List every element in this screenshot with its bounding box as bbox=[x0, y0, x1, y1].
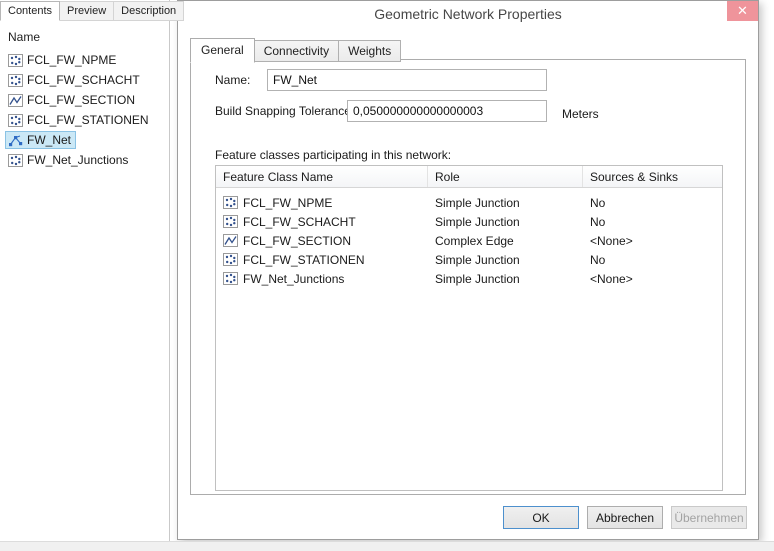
arccatalog-window: Contents Preview Description Name FCL_FW… bbox=[0, 0, 774, 551]
table-body: FCL_FW_NPME Simple Junction No FCL_FW_SC… bbox=[216, 188, 722, 288]
cell-feature-class-name: FCL_FW_SECTION bbox=[243, 234, 351, 248]
table-row[interactable]: FCL_FW_STATIONEN Simple Junction No bbox=[216, 250, 722, 269]
cancel-button[interactable]: Abbrechen bbox=[587, 506, 663, 529]
close-icon[interactable]: ✕ bbox=[727, 1, 758, 21]
point-feature-class-icon bbox=[8, 154, 23, 167]
column-header-role[interactable]: Role bbox=[428, 166, 583, 187]
list-item-label: FCL_FW_SCHACHT bbox=[27, 73, 140, 87]
point-feature-class-icon bbox=[223, 215, 238, 228]
feature-class-table: Feature Class Name Role Sources & Sinks … bbox=[215, 165, 723, 491]
dialog-button-row: OK Abbrechen Übernehmen bbox=[503, 506, 747, 529]
edge-feature-class-icon bbox=[8, 94, 23, 107]
tab-connectivity[interactable]: Connectivity bbox=[254, 40, 339, 62]
cell-role: Complex Edge bbox=[428, 234, 583, 248]
list-item-fcl-fw-schacht[interactable]: FCL_FW_SCHACHT bbox=[0, 70, 168, 90]
tab-description[interactable]: Description bbox=[114, 1, 184, 21]
cell-sources-sinks: No bbox=[583, 196, 722, 210]
cell-sources-sinks: <None> bbox=[583, 234, 722, 248]
point-feature-class-icon bbox=[8, 54, 23, 67]
list-item-label: FCL_FW_NPME bbox=[27, 53, 116, 67]
table-header-row: Feature Class Name Role Sources & Sinks bbox=[216, 166, 722, 188]
tab-preview[interactable]: Preview bbox=[60, 1, 114, 21]
cell-sources-sinks: No bbox=[583, 215, 722, 229]
window-bottom-strip bbox=[0, 541, 774, 551]
list-item-label: FW_Net_Junctions bbox=[27, 153, 128, 167]
apply-button: Übernehmen bbox=[671, 506, 747, 529]
list-item-fw-net[interactable]: FW_Net bbox=[0, 130, 168, 150]
cell-role: Simple Junction bbox=[428, 253, 583, 267]
cell-feature-class-name: FW_Net_Junctions bbox=[243, 272, 344, 286]
point-feature-class-icon bbox=[8, 114, 23, 127]
table-row[interactable]: FCL_FW_SCHACHT Simple Junction No bbox=[216, 212, 722, 231]
cell-sources-sinks: No bbox=[583, 253, 722, 267]
list-item-fcl-fw-npme[interactable]: FCL_FW_NPME bbox=[0, 50, 168, 70]
table-row[interactable]: FCL_FW_SECTION Complex Edge <None> bbox=[216, 231, 722, 250]
tab-general[interactable]: General bbox=[190, 38, 255, 63]
tab-weights[interactable]: Weights bbox=[338, 40, 401, 62]
table-row[interactable]: FW_Net_Junctions Simple Junction <None> bbox=[216, 269, 722, 288]
cell-role: Simple Junction bbox=[428, 196, 583, 210]
list-item-fcl-fw-stationen[interactable]: FCL_FW_STATIONEN bbox=[0, 110, 168, 130]
list-item-fcl-fw-section[interactable]: FCL_FW_SECTION bbox=[0, 90, 168, 110]
table-row[interactable]: FCL_FW_NPME Simple Junction No bbox=[216, 193, 722, 212]
list-item-fw-net-junctions[interactable]: FW_Net_Junctions bbox=[0, 150, 168, 170]
name-label: Name: bbox=[215, 73, 250, 87]
dialog-title: Geometric Network Properties bbox=[374, 6, 562, 22]
geometric-network-icon bbox=[8, 134, 23, 147]
list-item-label: FW_Net bbox=[27, 133, 71, 147]
tab-contents[interactable]: Contents bbox=[0, 1, 60, 21]
edge-feature-class-icon bbox=[223, 234, 238, 247]
column-header-sources-sinks[interactable]: Sources & Sinks bbox=[583, 166, 722, 187]
point-feature-class-icon bbox=[223, 272, 238, 285]
point-feature-class-icon bbox=[223, 253, 238, 266]
snapping-tolerance-label: Build Snapping Tolerance: bbox=[215, 104, 354, 118]
column-header-name: Name bbox=[8, 30, 40, 44]
panel-tab-bar: Contents Preview Description bbox=[0, 0, 169, 21]
column-header-feature-class-name[interactable]: Feature Class Name bbox=[216, 166, 428, 187]
cell-feature-class-name: FCL_FW_SCHACHT bbox=[243, 215, 356, 229]
cell-role: Simple Junction bbox=[428, 272, 583, 286]
general-tab-pane: Name: Build Snapping Tolerance: Meters F… bbox=[190, 59, 746, 495]
list-item-label: FCL_FW_SECTION bbox=[27, 93, 135, 107]
dialog-titlebar[interactable]: Geometric Network Properties ✕ bbox=[178, 1, 758, 27]
network-name-input[interactable] bbox=[267, 69, 547, 91]
dialog-tab-bar: General Connectivity Weights bbox=[190, 38, 400, 62]
participating-classes-caption: Feature classes participating in this ne… bbox=[215, 148, 451, 162]
cell-sources-sinks: <None> bbox=[583, 272, 722, 286]
cell-feature-class-name: FCL_FW_NPME bbox=[243, 196, 332, 210]
snapping-tolerance-input[interactable] bbox=[347, 100, 547, 122]
catalog-contents-panel: Contents Preview Description Name FCL_FW… bbox=[0, 0, 170, 541]
point-feature-class-icon bbox=[8, 74, 23, 87]
geometric-network-properties-dialog: Geometric Network Properties ✕ General C… bbox=[177, 0, 759, 540]
point-feature-class-icon bbox=[223, 196, 238, 209]
feature-class-list: FCL_FW_NPME FCL_FW_SCHACHT FCL_FW_SECTIO… bbox=[0, 50, 168, 170]
list-item-label: FCL_FW_STATIONEN bbox=[27, 113, 149, 127]
ok-button[interactable]: OK bbox=[503, 506, 579, 529]
tolerance-unit-label: Meters bbox=[562, 107, 599, 121]
cell-feature-class-name: FCL_FW_STATIONEN bbox=[243, 253, 365, 267]
cell-role: Simple Junction bbox=[428, 215, 583, 229]
